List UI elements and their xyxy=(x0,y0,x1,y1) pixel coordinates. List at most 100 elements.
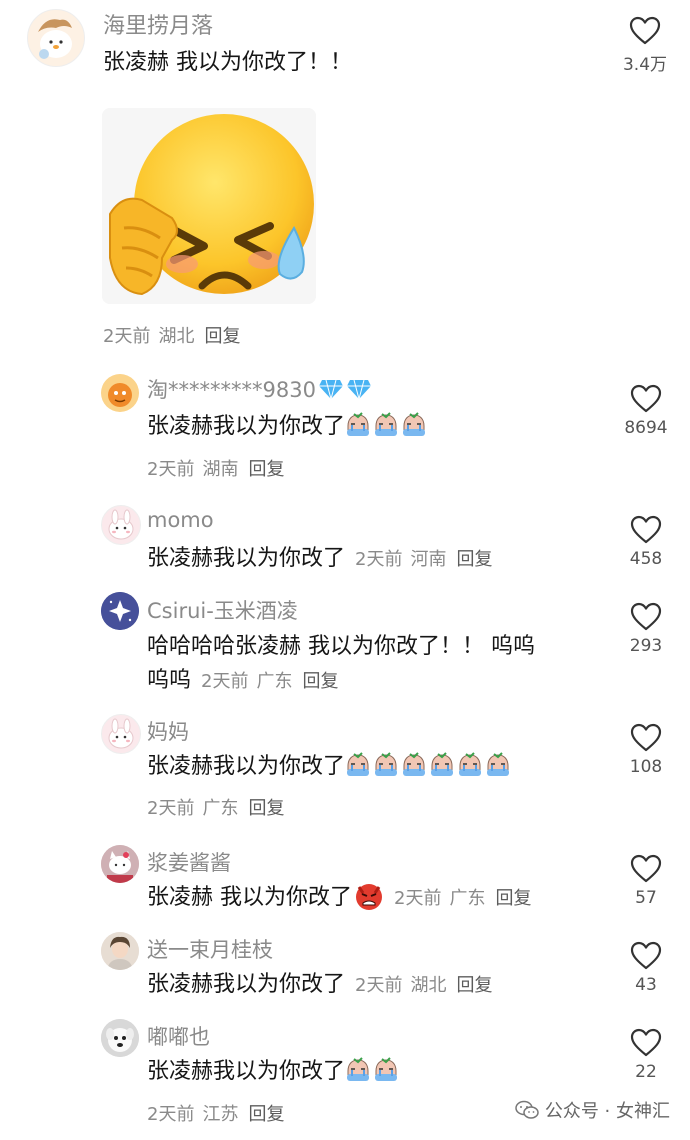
comment-meta: 2天前 江苏 回复 xyxy=(147,1100,284,1126)
reply-button[interactable]: 回复 xyxy=(248,459,284,480)
avatar[interactable] xyxy=(101,714,141,754)
comment-region: 河南 xyxy=(410,549,447,570)
like-count: 108 xyxy=(629,757,663,777)
bunny-avatar-icon xyxy=(108,509,134,540)
comment-text: 张凌赫我以为你改了 xyxy=(147,410,429,444)
bunny-avatar-icon xyxy=(108,718,134,749)
reply-button[interactable]: 回复 xyxy=(248,1104,284,1125)
crying-emoji-icon xyxy=(485,752,511,778)
crying-emoji-icon xyxy=(345,412,371,438)
heart-icon xyxy=(630,384,662,414)
comment-username[interactable]: Csirui-玉米酒凌 xyxy=(147,595,298,625)
comment-time: 2天前 xyxy=(103,326,151,347)
crying-emoji-icon xyxy=(373,752,399,778)
heart-icon xyxy=(630,1028,662,1058)
angry-face-icon xyxy=(356,884,382,910)
comment-username[interactable]: 淘*********9830 xyxy=(147,374,372,404)
diamond-icon xyxy=(346,379,371,400)
heart-icon xyxy=(630,941,662,971)
comment-time: 2天前 xyxy=(394,888,442,909)
comment-time: 2天前 xyxy=(147,1104,195,1125)
like-button[interactable]: 43 xyxy=(616,941,676,995)
like-count: 8694 xyxy=(624,418,668,438)
like-count: 43 xyxy=(635,975,657,995)
comment-region: 湖南 xyxy=(202,459,239,480)
avatar[interactable] xyxy=(101,505,141,545)
comment-meta: 2天前 湖北 回复 xyxy=(103,322,240,348)
comment-time: 2天前 xyxy=(147,798,195,819)
reply-button[interactable]: 回复 xyxy=(495,888,531,909)
comment-username[interactable]: momo xyxy=(147,508,214,532)
comment-time: 2天前 xyxy=(201,671,249,692)
reply-button[interactable]: 回复 xyxy=(248,798,284,819)
comment-username[interactable]: 海里捞月落 xyxy=(103,8,213,40)
comment-meta: 2天前 湖北 回复 xyxy=(355,975,492,996)
comment-region: 江苏 xyxy=(202,1104,239,1125)
avatar[interactable] xyxy=(101,592,139,630)
avatar[interactable] xyxy=(27,9,85,67)
comment-meta: 2天前 广东 回复 xyxy=(394,888,531,909)
crying-emoji-icon xyxy=(401,412,427,438)
comment-region: 湖北 xyxy=(410,975,447,996)
like-count: 57 xyxy=(635,888,657,908)
comment-username[interactable]: 妈妈 xyxy=(147,716,189,746)
avatar[interactable] xyxy=(101,1019,139,1057)
comment-text: 张凌赫我以为你改了 xyxy=(147,1055,401,1089)
like-count: 3.4万 xyxy=(622,55,668,75)
comment-username[interactable]: 嘟嘟也 xyxy=(147,1021,210,1051)
crying-emoji-icon xyxy=(429,752,455,778)
comment-text: 张凌赫我以为你改了 2天前 河南 回复 xyxy=(147,546,493,571)
watermark-label: 公众号 · 女神汇 xyxy=(544,1101,670,1122)
heart-icon xyxy=(629,16,661,46)
heart-icon xyxy=(630,515,662,545)
comment-meta: 2天前 广东 回复 xyxy=(147,794,284,820)
portrait-avatar-icon xyxy=(101,932,139,970)
like-button[interactable]: 8694 xyxy=(616,384,676,438)
reply-button[interactable]: 回复 xyxy=(302,671,338,692)
sweating-squint-face-icon xyxy=(102,108,316,304)
duck-avatar-icon xyxy=(28,10,84,66)
heart-icon xyxy=(630,723,662,753)
avatar[interactable] xyxy=(101,932,139,970)
like-button[interactable]: 22 xyxy=(616,1028,676,1082)
like-button[interactable]: 293 xyxy=(616,602,676,656)
watermark: 公众号 · 女神汇 xyxy=(515,1097,670,1123)
sticker-image[interactable] xyxy=(102,108,316,304)
reply-button[interactable]: 回复 xyxy=(456,549,492,570)
comment-username[interactable]: 浆姜酱酱 xyxy=(147,847,231,877)
like-count: 22 xyxy=(635,1062,657,1082)
like-button[interactable]: 108 xyxy=(616,723,676,777)
comment-region: 湖北 xyxy=(158,326,195,347)
like-count: 458 xyxy=(629,549,663,569)
heart-icon xyxy=(630,854,662,884)
comment-region: 广东 xyxy=(256,671,293,692)
comment-text: 张凌赫我以为你改了 2天前 湖北 回复 xyxy=(147,972,493,997)
kitty-avatar-icon xyxy=(101,845,139,883)
crying-emoji-icon xyxy=(345,752,371,778)
comment-meta: 2天前 湖南 回复 xyxy=(147,455,284,481)
wechat-icon xyxy=(515,1100,539,1119)
comment-text: 张凌赫我以为你改了 xyxy=(147,750,513,784)
comment-text: 呜呜 2天前 广东 回复 xyxy=(147,668,339,693)
comment-region: 广东 xyxy=(202,798,239,819)
cartoon-avatar-icon xyxy=(101,374,139,412)
avatar[interactable] xyxy=(101,845,139,883)
comment-time: 2天前 xyxy=(355,975,403,996)
comment-time: 2天前 xyxy=(355,549,403,570)
crying-emoji-icon xyxy=(345,1057,371,1083)
like-button[interactable]: 3.4万 xyxy=(615,16,675,75)
like-button[interactable]: 458 xyxy=(616,515,676,569)
starry-avatar-icon xyxy=(101,592,139,630)
crying-emoji-icon xyxy=(373,1057,399,1083)
like-button[interactable]: 57 xyxy=(616,854,676,908)
comment-time: 2天前 xyxy=(147,459,195,480)
avatar[interactable] xyxy=(101,374,139,412)
comment-text: 张凌赫 我以为你改了 2天前 广东 回复 xyxy=(147,881,531,916)
comment-meta: 2天前 河南 回复 xyxy=(355,549,492,570)
reply-button[interactable]: 回复 xyxy=(204,326,240,347)
crying-emoji-icon xyxy=(457,752,483,778)
reply-button[interactable]: 回复 xyxy=(456,975,492,996)
crying-emoji-icon xyxy=(401,752,427,778)
dog-avatar-icon xyxy=(101,1019,139,1057)
comment-username[interactable]: 送一束月桂枝 xyxy=(147,934,273,964)
